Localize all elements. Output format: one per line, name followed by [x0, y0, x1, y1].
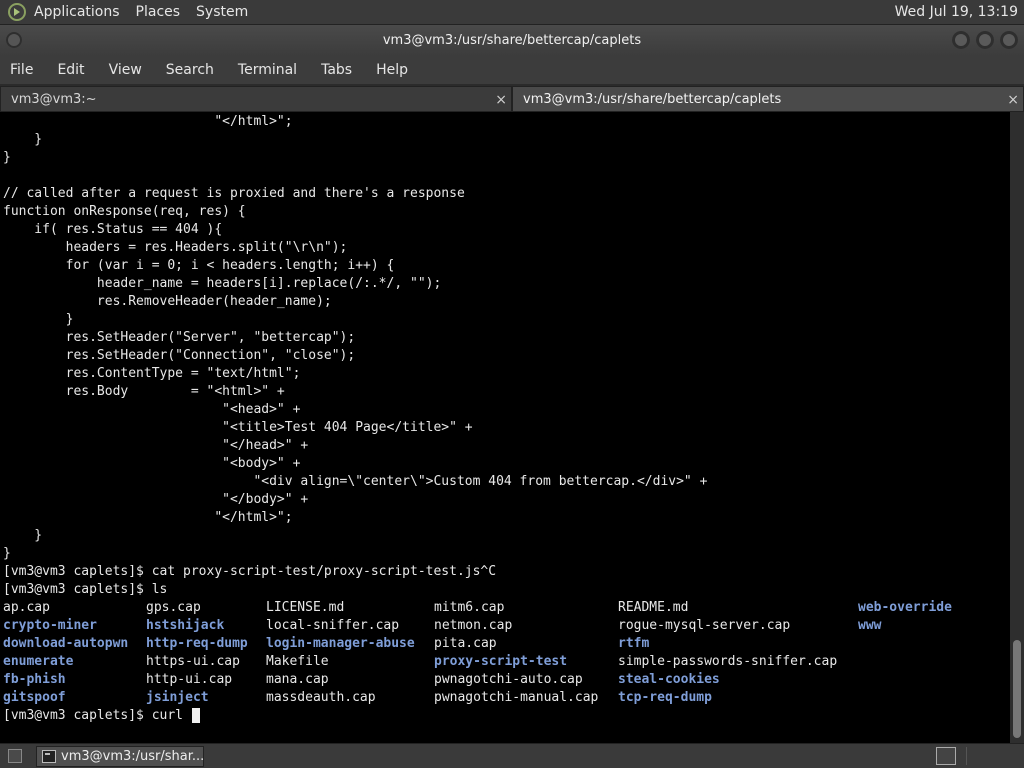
ls-directory: rtfm [618, 636, 650, 651]
workspace-switcher-icon[interactable] [936, 747, 956, 765]
ls-file: http-ui.cap [146, 672, 233, 687]
terminal-output[interactable]: "</html>"; }} // called after a request i… [0, 112, 1010, 743]
terminal-line: function onResponse(req, res) { [3, 204, 246, 219]
ls-file: pita.cap [434, 636, 497, 651]
prompt-text: [vm3@vm3 caplets]$ curl [3, 708, 191, 723]
tab-bar: vm3@vm3:~ × vm3@vm3:/usr/share/bettercap… [0, 86, 1024, 112]
window-title: vm3@vm3:/usr/share/bettercap/caplets [382, 33, 642, 48]
terminal-line: "<body>" + [3, 456, 301, 471]
ls-file: rogue-mysql-server.cap [618, 618, 791, 633]
terminal-scrollbar[interactable] [1010, 112, 1024, 743]
ls-file: https-ui.cap [146, 654, 240, 669]
window-menu-icon[interactable] [6, 32, 22, 48]
tab-caplets[interactable]: vm3@vm3:/usr/share/bettercap/caplets × [512, 86, 1024, 112]
workspace-area[interactable] [966, 747, 1022, 765]
terminal-line: } [3, 312, 74, 327]
terminal-line: "</html>"; [3, 114, 293, 129]
ls-directory: download-autopwn [3, 636, 129, 651]
menu-search[interactable]: Search [166, 62, 214, 78]
ls-file: mana.cap [266, 672, 329, 687]
terminal-line: res.SetHeader("Connection", "close"); [3, 348, 356, 363]
menubar: File Edit View Search Terminal Tabs Help [0, 56, 1024, 84]
ls-directory: web-override [858, 600, 952, 615]
ls-file: LICENSE.md [266, 600, 345, 615]
terminal-line: [vm3@vm3 caplets]$ cat proxy-script-test… [3, 564, 497, 579]
ls-file: Makefile [266, 654, 329, 669]
terminal-line: res.ContentType = "text/html"; [3, 366, 301, 381]
top-panel: Applications Places System Wed Jul 19, 1… [0, 0, 1024, 25]
terminal-line: for (var i = 0; i < headers.length; i++)… [3, 258, 395, 273]
command-prompt[interactable]: [vm3@vm3 caplets]$ curl [3, 707, 200, 725]
terminal-line: "</html>"; [3, 510, 293, 525]
ls-file: pwnagotchi-manual.cap [434, 690, 599, 705]
tab-label: vm3@vm3:~ [11, 92, 97, 107]
ls-file: README.md [618, 600, 689, 615]
close-window-button[interactable] [1000, 31, 1018, 49]
taskbar-item-terminal[interactable]: vm3@vm3:/usr/shar... [36, 746, 204, 767]
terminal-line: "<head>" + [3, 402, 301, 417]
terminal-line: res.RemoveHeader(header_name); [3, 294, 332, 309]
menu-help[interactable]: Help [376, 62, 408, 78]
menu-edit[interactable]: Edit [57, 62, 84, 78]
terminal-line: // called after a request is proxied and… [3, 186, 465, 201]
taskbar-item-label: vm3@vm3:/usr/shar... [61, 749, 204, 764]
bottom-panel: vm3@vm3:/usr/shar... [0, 743, 1024, 768]
ls-file: gps.cap [146, 600, 201, 615]
applications-menu[interactable]: Applications [34, 4, 120, 20]
terminal-icon [42, 750, 56, 763]
terminal-line: res.Body = "<html>" + [3, 384, 285, 399]
menu-tabs[interactable]: Tabs [321, 62, 352, 78]
ls-directory: login-manager-abuse [266, 636, 415, 651]
terminal-line: headers = res.Headers.split("\r\n"); [3, 240, 348, 255]
ls-directory: gitspoof [3, 690, 66, 705]
menu-view[interactable]: View [109, 62, 142, 78]
close-icon[interactable]: × [1007, 87, 1019, 113]
ls-directory: tcp-req-dump [618, 690, 712, 705]
tab-home[interactable]: vm3@vm3:~ × [0, 86, 512, 112]
ls-file: ap.cap [3, 600, 50, 615]
window-titlebar[interactable]: vm3@vm3:/usr/share/bettercap/caplets [0, 25, 1024, 56]
terminal-line: [vm3@vm3 caplets]$ ls [3, 582, 168, 597]
terminal-line: if( res.Status == 404 ){ [3, 222, 223, 237]
distro-logo-icon[interactable] [8, 3, 26, 21]
terminal-line: "<div align=\"center\">Custom 404 from b… [3, 474, 708, 489]
ls-file: simple-passwords-sniffer.cap [618, 654, 838, 669]
system-menu[interactable]: System [196, 4, 248, 20]
ls-file: netmon.cap [434, 618, 513, 633]
terminal-line: } [3, 546, 11, 561]
places-menu[interactable]: Places [136, 4, 181, 20]
ls-directory: enumerate [3, 654, 74, 669]
terminal-line: "</body>" + [3, 492, 309, 507]
text-cursor [191, 708, 200, 723]
ls-file: mitm6.cap [434, 600, 505, 615]
ls-directory: http-req-dump [146, 636, 248, 651]
tab-label: vm3@vm3:/usr/share/bettercap/caplets [523, 92, 782, 107]
terminal-line: res.SetHeader("Server", "bettercap"); [3, 330, 356, 345]
terminal-line: "<title>Test 404 Page</title>" + [3, 420, 473, 435]
ls-file: local-sniffer.cap [266, 618, 400, 633]
ls-directory: jsinject [146, 690, 209, 705]
menu-terminal[interactable]: Terminal [238, 62, 297, 78]
ls-file: massdeauth.cap [266, 690, 376, 705]
minimize-button[interactable] [952, 31, 970, 49]
ls-directory: proxy-script-test [434, 654, 568, 669]
ls-directory: steal-cookies [618, 672, 720, 687]
ls-directory: fb-phish [3, 672, 66, 687]
menu-file[interactable]: File [10, 62, 33, 78]
show-desktop-icon[interactable] [8, 749, 22, 763]
terminal-line: } [3, 528, 43, 543]
terminal-line: header_name = headers[i].replace(/:.*/, … [3, 276, 442, 291]
terminal-line: } [3, 132, 43, 147]
scrollbar-thumb[interactable] [1013, 640, 1021, 738]
close-icon[interactable]: × [495, 87, 507, 113]
ls-file: pwnagotchi-auto.cap [434, 672, 583, 687]
ls-directory: hstshijack [146, 618, 225, 633]
ls-directory: www [858, 618, 882, 633]
ls-directory: crypto-miner [3, 618, 97, 633]
terminal-line: "</head>" + [3, 438, 309, 453]
terminal-line: } [3, 150, 11, 165]
clock[interactable]: Wed Jul 19, 13:19 [895, 4, 1018, 20]
maximize-button[interactable] [976, 31, 994, 49]
